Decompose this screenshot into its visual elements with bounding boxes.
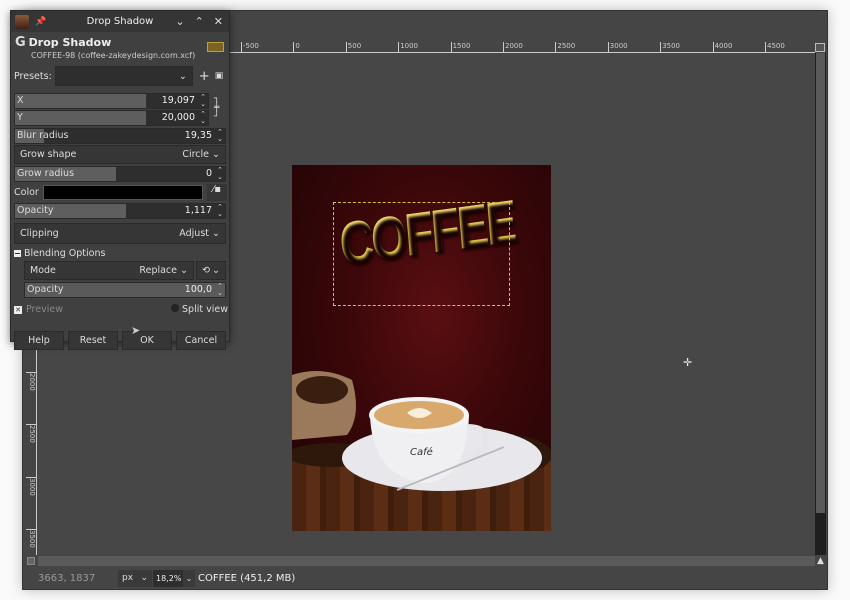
blending-options-expander[interactable]: Blending Options xyxy=(14,245,105,261)
composite-mode-combo[interactable]: ⟲ ⌄ xyxy=(196,261,226,280)
ruler-label: 1500 xyxy=(450,42,471,52)
navigate-icon[interactable]: ▲ xyxy=(815,556,826,566)
drop-shadow-dialog: 📌 Drop Shadow ⌄ ⌃ ✕ G Drop Shadow COFFEE-98… xyxy=(10,10,230,350)
cup-text: Café xyxy=(410,446,433,458)
clipping-combo[interactable]: Clipping Adjust ⌄ xyxy=(14,223,226,244)
chevron-down-icon: ⌄ xyxy=(180,265,188,276)
beans-in-sack xyxy=(296,376,348,404)
chevron-down-icon: ⌄ xyxy=(212,228,220,239)
blend-opacity-field[interactable]: Opacity 100,0 ⌃ ⌄ xyxy=(24,282,226,298)
spin-arrows-icon[interactable]: ⌃ ⌄ xyxy=(200,94,206,108)
chevron-down-icon: ⌄ xyxy=(212,149,220,160)
ruler-label: 3000 xyxy=(26,476,36,496)
spin-arrows-icon[interactable]: ⌃ ⌄ xyxy=(217,204,223,218)
spin-arrows-icon[interactable]: ⌃ ⌄ xyxy=(217,167,223,181)
x-offset-field[interactable]: X 19,097 ⌃ ⌄ xyxy=(14,93,209,109)
checkbox-icon xyxy=(171,303,180,312)
spin-arrows-icon[interactable]: ⌃ ⌄ xyxy=(217,283,223,297)
zoom-input[interactable]: 18,2% xyxy=(153,569,183,587)
ruler-label: 1000 xyxy=(398,42,419,52)
presets-label: Presets: xyxy=(14,70,52,82)
reset-button[interactable]: Reset xyxy=(68,331,118,350)
quick-mask-button[interactable] xyxy=(27,557,35,565)
opacity-field[interactable]: Opacity 1,117 ⌃ ⌄ xyxy=(14,203,226,219)
image-info: COFFEE (451,2 MB) xyxy=(198,572,296,584)
ruler-label: 2500 xyxy=(26,424,36,444)
cancel-button[interactable]: Cancel xyxy=(176,331,226,350)
mouse-cursor-icon: ➤ xyxy=(131,324,141,337)
color-label: Color xyxy=(14,186,39,198)
horizontal-scrollbar[interactable] xyxy=(38,556,815,566)
spin-arrows-icon[interactable]: ⌃ ⌄ xyxy=(200,111,206,125)
pointer-coords: 3663, 1837 xyxy=(38,572,96,584)
ok-button[interactable]: OK xyxy=(122,331,172,350)
help-button[interactable]: Help xyxy=(14,331,64,350)
unit-select[interactable]: px ⌄ xyxy=(118,569,152,587)
unit-value: px xyxy=(122,573,134,583)
blur-radius-field[interactable]: Blur radius 19,35 ⌃ ⌄ xyxy=(14,128,226,144)
close-icon[interactable]: ✕ xyxy=(214,15,223,28)
collapse-icon xyxy=(14,249,21,257)
checkbox-checked-icon: ✕ xyxy=(14,305,22,314)
ruler-label: -500 xyxy=(241,42,259,52)
status-bar: 3663, 1837 px ⌄ 18,2% ⌄ COFFEE (451,2 MB) xyxy=(22,568,828,588)
composite-icon: ⟲ xyxy=(202,265,210,276)
chain-link-icon[interactable]: ┐ ╪ ┘ xyxy=(214,95,219,122)
scrollbar-thumb[interactable] xyxy=(816,53,825,513)
presets-combo[interactable]: ⌄ xyxy=(54,66,193,86)
zoom-dropdown-icon[interactable]: ⌄ xyxy=(183,569,195,587)
ruler-label: 2000 xyxy=(503,42,523,52)
ruler-label: 4000 xyxy=(712,42,733,52)
color-swatch[interactable] xyxy=(42,184,203,200)
ruler-label: 2000 xyxy=(26,372,36,391)
maximize-icon[interactable]: ⌃ xyxy=(195,15,204,28)
gegl-icon: G xyxy=(15,35,26,50)
grow-shape-combo[interactable]: Grow shape Circle ⌄ xyxy=(14,145,226,164)
coffee-poster-image[interactable]: COFFEE Café xyxy=(292,165,551,531)
vertical-scrollbar[interactable] xyxy=(815,53,826,555)
chevron-down-icon: ⌄ xyxy=(212,265,220,276)
ruler-label: 3000 xyxy=(607,42,628,52)
ruler-label: 2500 xyxy=(555,42,576,52)
split-view-checkbox[interactable]: Split view xyxy=(171,303,228,315)
mode-combo[interactable]: Mode Replace ⌄ xyxy=(24,261,194,280)
color-picker-icon[interactable]: ⁄▪ xyxy=(206,183,227,201)
filter-name: Drop Shadow xyxy=(28,36,112,49)
add-preset-icon[interactable]: + xyxy=(199,69,210,84)
dialog-titlebar[interactable]: 📌 Drop Shadow ⌄ ⌃ ✕ xyxy=(11,11,229,32)
ruler-label: 3500 xyxy=(26,529,36,549)
ruler-label: 3500 xyxy=(660,42,681,52)
chevron-down-icon: ⌄ xyxy=(140,573,148,583)
quick-mask-toggle[interactable] xyxy=(815,43,825,52)
ruler-label: 4500 xyxy=(765,42,785,52)
ruler-label: 0 xyxy=(293,42,300,52)
y-offset-field[interactable]: Y 20,000 ⌃ ⌄ xyxy=(14,110,209,126)
grow-radius-field[interactable]: Grow radius 0 ⌃ ⌄ xyxy=(14,166,226,182)
image-thumbnail xyxy=(207,42,224,52)
spin-arrows-icon[interactable]: ⌃ ⌄ xyxy=(217,129,223,143)
ruler-label: 500 xyxy=(345,42,362,52)
preset-menu-icon[interactable]: ▣ xyxy=(215,71,224,81)
minimize-icon[interactable]: ⌄ xyxy=(175,15,184,28)
crosshair-cursor-icon: ✛ xyxy=(683,356,693,369)
coffee-cup-illustration: Café xyxy=(292,371,551,491)
chevron-down-icon: ⌄ xyxy=(178,70,187,82)
image-name: COFFEE-98 (coffee-zakeydesign.com.xcf) xyxy=(31,51,196,60)
preview-checkbox[interactable]: ✕ Preview xyxy=(14,304,63,315)
